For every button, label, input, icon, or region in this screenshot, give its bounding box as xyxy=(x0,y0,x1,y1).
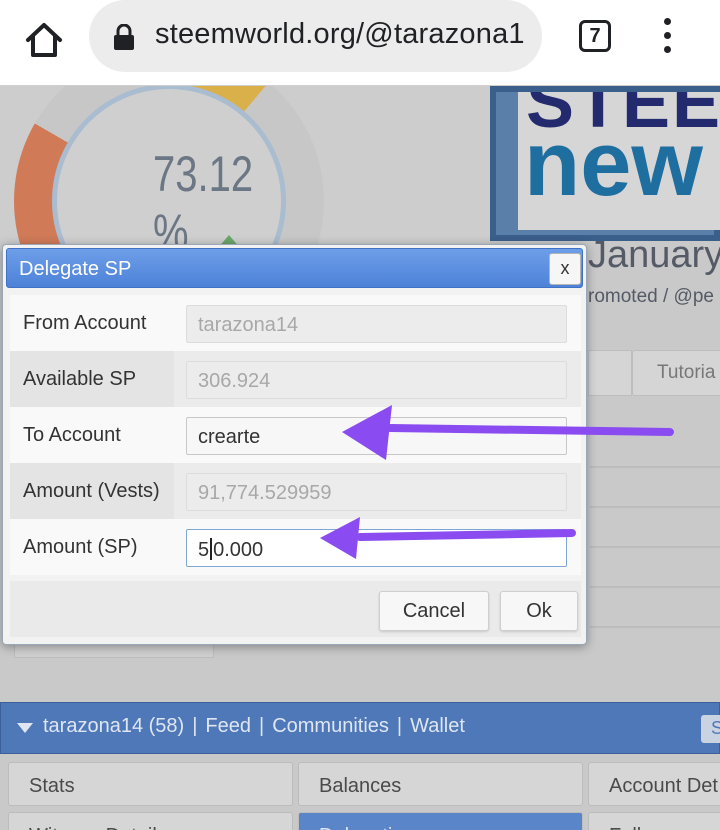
nav-wallet-link[interactable]: Wallet xyxy=(410,715,465,737)
delegations-button[interactable]: Delegations xyxy=(298,812,583,830)
ok-button[interactable]: Ok xyxy=(500,591,578,631)
tab-switcher-button[interactable]: 7 xyxy=(579,20,611,52)
nav-account-link[interactable]: tarazona14 (58) xyxy=(43,715,184,737)
witness-details-button[interactable]: Witness Details xyxy=(8,812,293,830)
home-icon[interactable] xyxy=(22,18,66,62)
more-vert-icon[interactable] xyxy=(658,16,678,56)
amount-sp-label: Amount (SP) xyxy=(23,536,138,558)
amount-sp-text-after: 0.000 xyxy=(213,539,264,561)
banner-subtitle: new xyxy=(524,113,703,215)
close-button[interactable]: x xyxy=(549,253,581,285)
caret-down-icon[interactable] xyxy=(17,723,33,733)
voting-power-panel: 73.12 % xyxy=(0,86,490,356)
amount-sp-input[interactable]: 5 0.000 xyxy=(186,529,567,567)
from-account-field: tarazona14 xyxy=(186,305,567,343)
amount-sp-text-before: 5 xyxy=(198,539,210,561)
available-sp-field: 306.924 xyxy=(186,361,567,399)
to-account-label: To Account xyxy=(23,424,121,446)
nav-feed-link[interactable]: Feed xyxy=(205,715,251,737)
amount-sp-row: Amount (SP) 5 0.000 xyxy=(10,519,581,575)
dialog-footer: Cancel Ok xyxy=(10,581,581,637)
account-details-button[interactable]: Account Det xyxy=(588,762,720,806)
text-caret xyxy=(210,538,213,560)
balances-button[interactable]: Balances xyxy=(298,762,583,806)
dialog-title: Delegate SP xyxy=(19,258,132,280)
url-text: steemworld.org/@tarazona1 xyxy=(155,18,525,50)
delegate-sp-dialog: Delegate SP x From Account tarazona14 Av… xyxy=(2,244,587,645)
stats-button[interactable]: Stats xyxy=(8,762,293,806)
banner-date: January xyxy=(588,234,720,276)
cancel-button[interactable]: Cancel xyxy=(379,591,489,631)
nav-right-button[interactable]: S xyxy=(701,715,720,743)
to-account-input[interactable]: crearte xyxy=(186,417,567,455)
tab-left[interactable] xyxy=(588,350,632,396)
address-bar[interactable]: steemworld.org/@tarazona1 xyxy=(89,0,542,72)
to-account-row: To Account crearte xyxy=(10,407,581,463)
amount-vests-row: Amount (Vests) 91,774.529959 xyxy=(10,463,581,519)
tab-tutorials[interactable]: Tutoria xyxy=(632,350,720,396)
from-account-row: From Account tarazona14 xyxy=(10,295,581,351)
browser-toolbar: steemworld.org/@tarazona1 7 xyxy=(0,0,720,86)
followers-button[interactable]: Followers xyxy=(588,812,720,830)
nav-communities-link[interactable]: Communities xyxy=(272,715,389,737)
amount-vests-field: 91,774.529959 xyxy=(186,473,567,511)
available-sp-row: Available SP 306.924 xyxy=(10,351,581,407)
available-sp-label: Available SP xyxy=(23,368,137,390)
banner-promo: romoted / @pe xyxy=(588,286,714,307)
dialog-header: Delegate SP x xyxy=(6,248,583,288)
amount-vests-label: Amount (Vests) xyxy=(23,480,160,502)
lock-icon xyxy=(114,24,134,50)
account-nav-bar: tarazona14 (58) | Feed | Communities | Wallet … xyxy=(0,702,720,754)
from-account-label: From Account xyxy=(23,312,147,334)
steem-news-banner[interactable]: STEE new xyxy=(490,86,720,241)
